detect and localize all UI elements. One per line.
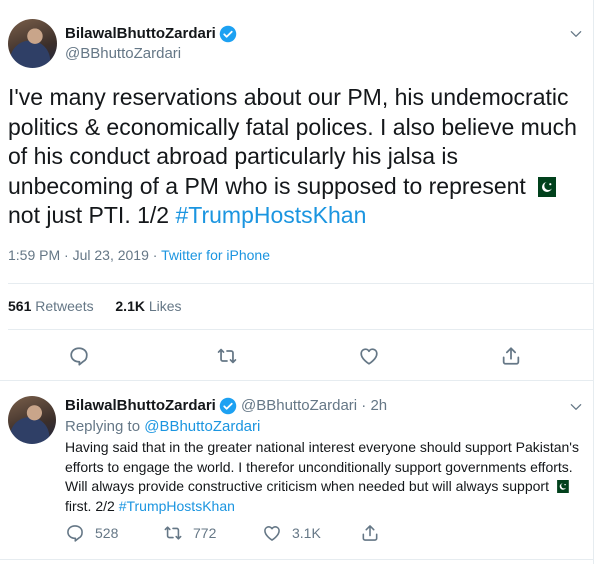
share-icon (362, 525, 378, 541)
reply-display-name[interactable]: BilawalBhuttoZardari (65, 397, 216, 414)
chevron-down-icon[interactable] (569, 400, 583, 414)
share-icon[interactable] (500, 345, 522, 367)
like-count: 3.1K (292, 525, 321, 541)
reply-share-action[interactable] (360, 522, 380, 544)
retweets-stat[interactable]: 561 Retweets (8, 298, 94, 314)
reply-retweet-action[interactable]: 772 (163, 522, 216, 544)
timestamp[interactable]: 1:59 PM · Jul 23, 2019 · (8, 247, 161, 263)
likes-count: 2.1K (115, 298, 145, 314)
retweet-icon[interactable] (216, 345, 238, 367)
divider (8, 329, 593, 330)
replying-to: Replying to @BBhuttoZardari (65, 418, 260, 435)
retweets-label: Retweets (35, 298, 94, 314)
tweet-text: I've many reservations about our PM, his… (8, 83, 588, 231)
likes-stat[interactable]: 2.1K Likes (115, 298, 181, 314)
reply-text: Having said that in the greater national… (65, 438, 580, 516)
like-icon (264, 526, 280, 541)
reply-text-tail: first. 2/2 (65, 497, 119, 514)
hashtag-link[interactable]: #TrumpHostsKhan (175, 202, 366, 228)
tweet-stats: 561 Retweets 2.1K Likes (8, 298, 182, 314)
verified-badge-icon (219, 25, 237, 43)
reply-hashtag-link[interactable]: #TrumpHostsKhan (119, 498, 235, 514)
tweet-meta: 1:59 PM · Jul 23, 2019 · Twitter for iPh… (8, 247, 270, 263)
chevron-down-icon[interactable] (569, 27, 583, 41)
replying-mention[interactable]: @BBhuttoZardari (144, 418, 260, 435)
pakistan-flag-icon (532, 176, 557, 197)
reply-avatar[interactable] (8, 396, 56, 444)
source-link[interactable]: Twitter for iPhone (161, 247, 270, 263)
divider (8, 283, 593, 284)
tweet-text-body: I've many reservations about our PM, his… (8, 84, 577, 199)
display-name[interactable]: BilawalBhuttoZardari (65, 25, 216, 42)
tweet-text-tail: not just PTI. 1/2 (8, 202, 176, 228)
replying-prefix: Replying to (65, 418, 145, 435)
reply-count: 528 (95, 525, 119, 541)
reply-icon[interactable] (68, 345, 90, 367)
reply-icon (67, 525, 83, 542)
retweets-count: 561 (8, 298, 32, 314)
avatar[interactable] (8, 19, 57, 68)
pakistan-flag-icon (553, 480, 569, 493)
reply-like-action[interactable]: 3.1K (262, 522, 321, 544)
likes-label: Likes (148, 298, 182, 314)
verified-badge-icon (219, 397, 237, 415)
reply-reply-action[interactable]: 528 (65, 522, 118, 544)
handle[interactable]: @BBhuttoZardari (65, 45, 181, 62)
divider (0, 380, 593, 381)
reply-text-body: Having said that in the greater national… (65, 439, 579, 494)
reply-handle-time[interactable]: @BBhuttoZardari · 2h (241, 397, 387, 414)
retweet-icon (164, 526, 182, 540)
retweet-count: 772 (193, 525, 217, 541)
divider (0, 559, 593, 560)
like-icon[interactable] (358, 345, 380, 367)
